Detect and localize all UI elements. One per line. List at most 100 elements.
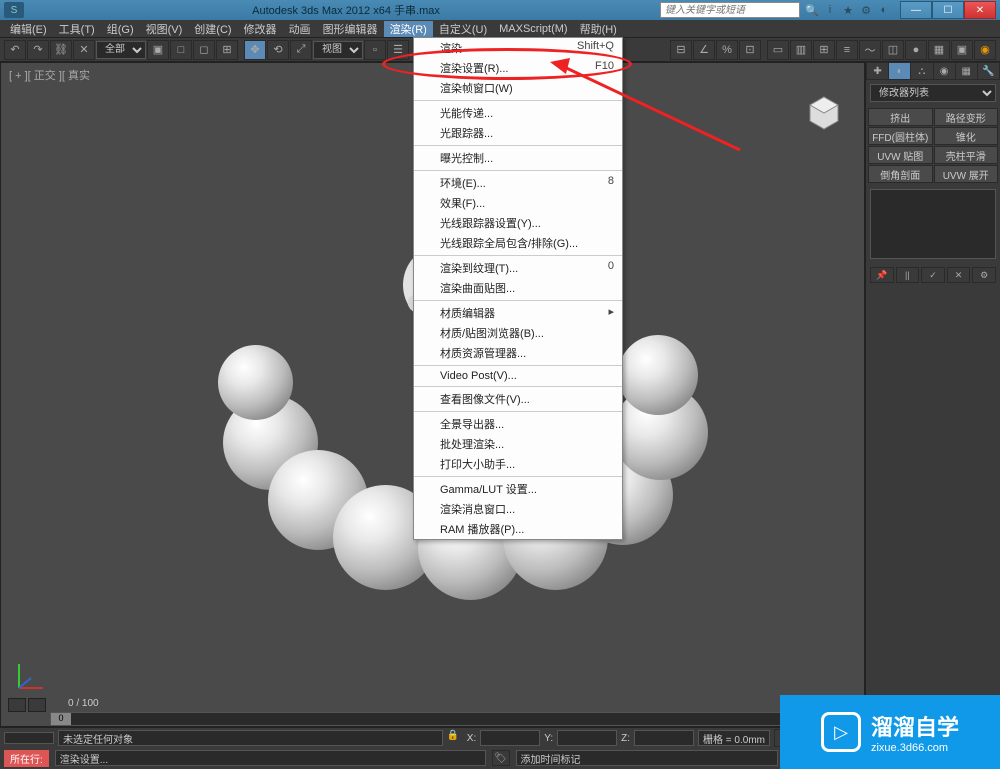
- menu-raytrace-globals[interactable]: 光线跟踪全局包含/排除(G)...: [414, 233, 622, 253]
- scale-button[interactable]: ⤢: [290, 40, 312, 60]
- menu-create[interactable]: 创建(C): [188, 21, 237, 37]
- modifier-list-select[interactable]: 修改器列表: [870, 84, 996, 102]
- menu-environment[interactable]: 环境(E)...8: [414, 173, 622, 193]
- menu-rendering[interactable]: 渲染(R): [384, 21, 433, 37]
- configure-button[interactable]: ⚙: [972, 267, 996, 283]
- rotate-button[interactable]: ⟲: [267, 40, 289, 60]
- info-icon[interactable]: i: [822, 2, 838, 18]
- tool2-icon[interactable]: ⚙: [858, 2, 874, 18]
- tab-display[interactable]: ▦: [956, 63, 977, 79]
- link-button[interactable]: ⛓: [50, 40, 72, 60]
- menu-help[interactable]: 帮助(H): [574, 21, 623, 37]
- menu-gamma-lut[interactable]: Gamma/LUT 设置...: [414, 479, 622, 499]
- tab-hierarchy[interactable]: ⛬: [911, 63, 932, 79]
- select-button[interactable]: ▣: [147, 40, 169, 60]
- pin-stack-button[interactable]: 📌: [870, 267, 894, 283]
- time-tag-icon[interactable]: 🏷: [492, 750, 510, 766]
- menu-animation[interactable]: 动画: [283, 21, 317, 37]
- tool3-icon[interactable]: ◐: [876, 2, 892, 18]
- show-end-button[interactable]: ||: [896, 267, 920, 283]
- time-slider[interactable]: 0: [50, 712, 850, 726]
- unlink-button[interactable]: ✕: [73, 40, 95, 60]
- menu-render-frame-window[interactable]: 渲染帧窗口(W): [414, 78, 622, 98]
- tab-motion[interactable]: ◉: [934, 63, 955, 79]
- mod-bevel[interactable]: 倒角剖面: [868, 165, 933, 183]
- select-name-button[interactable]: □: [170, 40, 192, 60]
- material-editor-button[interactable]: ●: [905, 40, 927, 60]
- viewport-label[interactable]: [ + ][ 正交 ][ 真实: [9, 67, 90, 83]
- select-rect-button[interactable]: ◻: [193, 40, 215, 60]
- menu-edit[interactable]: 编辑(E): [4, 21, 53, 37]
- timeline-toggle-icon[interactable]: [8, 698, 26, 712]
- menu-effects[interactable]: 效果(F)...: [414, 193, 622, 213]
- z-coord-input[interactable]: [634, 730, 694, 746]
- menu-customize[interactable]: 自定义(U): [433, 21, 493, 37]
- timeline-toggle2-icon[interactable]: [28, 698, 46, 712]
- x-coord-input[interactable]: [480, 730, 540, 746]
- named-sel-button[interactable]: ▭: [767, 40, 789, 60]
- menu-panorama-exporter[interactable]: 全景导出器...: [414, 414, 622, 434]
- maximize-button[interactable]: ☐: [932, 1, 964, 19]
- pivot-button[interactable]: ▫: [364, 40, 386, 60]
- close-button[interactable]: ✕: [964, 1, 996, 19]
- tab-utilities[interactable]: 🔧: [978, 63, 999, 79]
- layers-button[interactable]: ≡: [836, 40, 858, 60]
- prompt-slider[interactable]: [4, 732, 54, 744]
- maxscript-listener[interactable]: 渲染设置...: [55, 750, 486, 766]
- time-slider-thumb[interactable]: 0: [51, 713, 71, 725]
- minimize-button[interactable]: —: [900, 1, 932, 19]
- mod-uvwunwrap[interactable]: UVW 展开: [934, 165, 999, 183]
- mod-taper[interactable]: 锥化: [934, 127, 999, 145]
- modifier-stack[interactable]: [870, 189, 996, 259]
- mod-extrude[interactable]: 挤出: [868, 108, 933, 126]
- help-icon[interactable]: 🔍: [804, 2, 820, 18]
- viewcube[interactable]: [804, 93, 844, 133]
- menu-maxscript[interactable]: MAXScript(M): [493, 23, 573, 35]
- menu-material-editor[interactable]: 材质编辑器▸: [414, 303, 622, 323]
- menu-view-image[interactable]: 查看图像文件(V)...: [414, 389, 622, 409]
- mirror-button[interactable]: ▥: [790, 40, 812, 60]
- mod-pathdeform[interactable]: 路径变形: [934, 108, 999, 126]
- tab-create[interactable]: ✚: [867, 63, 888, 79]
- spinner-snap-button[interactable]: ⊡: [739, 40, 761, 60]
- menu-tools[interactable]: 工具(T): [53, 21, 101, 37]
- align-button[interactable]: ⊞: [813, 40, 835, 60]
- render-frame-button[interactable]: ▣: [951, 40, 973, 60]
- mod-uvwmap[interactable]: UVW 贴图: [868, 146, 933, 164]
- menu-render-to-texture[interactable]: 渲染到纹理(T)...0: [414, 258, 622, 278]
- menu-batch-render[interactable]: 批处理渲染...: [414, 434, 622, 454]
- lock-icon[interactable]: 🔒: [447, 730, 463, 746]
- window-crossing-button[interactable]: ⊞: [216, 40, 238, 60]
- menu-ram-player[interactable]: RAM 播放器(P)...: [414, 519, 622, 539]
- snap-button[interactable]: ⊟: [670, 40, 692, 60]
- menu-material-browser[interactable]: 材质/贴图浏览器(B)...: [414, 323, 622, 343]
- menu-raytrace-settings[interactable]: 光线跟踪器设置(Y)...: [414, 213, 622, 233]
- mod-shellsmooth[interactable]: 壳柱平滑: [934, 146, 999, 164]
- quick-render-button[interactable]: ◉: [974, 40, 996, 60]
- redo-button[interactable]: ↷: [27, 40, 49, 60]
- selection-filter[interactable]: 全部: [96, 41, 146, 59]
- tool-icon[interactable]: ★: [840, 2, 856, 18]
- menu-graph[interactable]: 图形编辑器: [317, 21, 384, 37]
- menu-modifiers[interactable]: 修改器: [238, 21, 283, 37]
- undo-button[interactable]: ↶: [4, 40, 26, 60]
- manip-button[interactable]: ☰: [387, 40, 409, 60]
- menu-print-size[interactable]: 打印大小助手...: [414, 454, 622, 474]
- make-unique-button[interactable]: ✓: [921, 267, 945, 283]
- menu-material-explorer[interactable]: 材质资源管理器...: [414, 343, 622, 363]
- y-coord-input[interactable]: [557, 730, 617, 746]
- tab-modify[interactable]: ◐: [889, 63, 910, 79]
- menu-group[interactable]: 组(G): [101, 21, 140, 37]
- angle-snap-button[interactable]: ∠: [693, 40, 715, 60]
- menu-render-setup[interactable]: 渲染设置(R)...F10: [414, 58, 622, 78]
- menu-render-surface-map[interactable]: 渲染曲面贴图...: [414, 278, 622, 298]
- mod-ffd[interactable]: FFD(圆柱体): [868, 127, 933, 145]
- menu-view[interactable]: 视图(V): [140, 21, 189, 37]
- remove-mod-button[interactable]: ✕: [947, 267, 971, 283]
- menu-exposure[interactable]: 曝光控制...: [414, 148, 622, 168]
- percent-snap-button[interactable]: %: [716, 40, 738, 60]
- menu-light-tracer[interactable]: 光跟踪器...: [414, 123, 622, 143]
- refcoord-select[interactable]: 视图: [313, 41, 363, 59]
- render-setup-button[interactable]: ▦: [928, 40, 950, 60]
- menu-render-message[interactable]: 渲染消息窗口...: [414, 499, 622, 519]
